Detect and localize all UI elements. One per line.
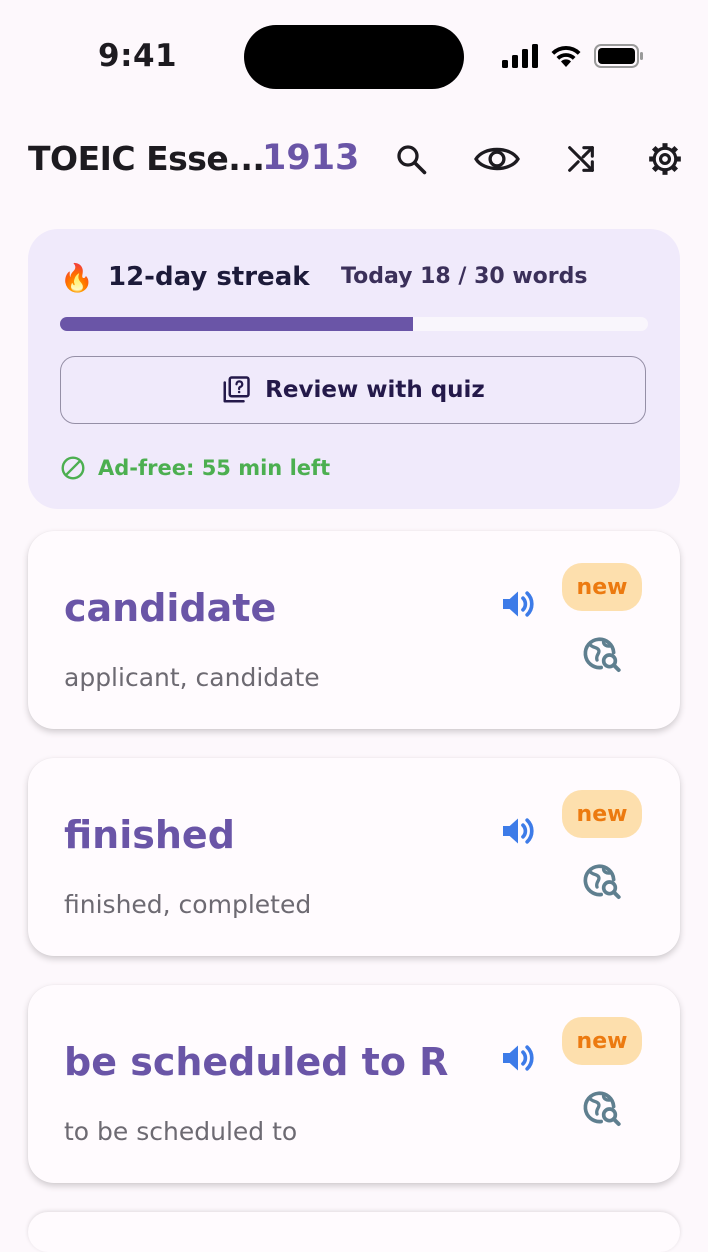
word-meaning: applicant, candidate xyxy=(64,663,320,692)
word-card-partial[interactable] xyxy=(28,1212,680,1252)
word-card[interactable]: finished finished, completed new xyxy=(28,758,680,956)
adfree-status: Ad-free: 55 min left xyxy=(60,455,330,481)
streak-card: 🔥 12-day streak Today 18 / 30 words Revi… xyxy=(28,229,680,509)
speaker-icon[interactable] xyxy=(498,1038,538,1078)
travel-explore-icon[interactable] xyxy=(582,862,622,902)
new-badge: new xyxy=(562,1017,642,1065)
block-icon xyxy=(61,456,85,480)
word-title: candidate xyxy=(64,586,277,630)
new-badge: new xyxy=(562,790,642,838)
wifi-icon xyxy=(551,45,581,67)
daily-progress-bar xyxy=(60,317,648,331)
search-button[interactable] xyxy=(386,134,436,184)
shuffle-icon xyxy=(568,146,594,172)
adfree-label: Ad-free: 55 min left xyxy=(98,456,331,480)
today-progress-label: Today 18 / 30 words xyxy=(341,264,588,289)
word-card[interactable]: be scheduled to R to be scheduled to new xyxy=(28,985,680,1183)
fire-icon: 🔥 xyxy=(60,263,94,294)
shuffle-button[interactable] xyxy=(556,134,606,184)
word-meaning: to be scheduled to xyxy=(64,1117,298,1146)
travel-explore-icon[interactable] xyxy=(582,635,622,675)
new-badge: new xyxy=(562,563,642,611)
speaker-icon[interactable] xyxy=(498,584,538,624)
word-title: finished xyxy=(64,813,235,857)
word-card[interactable]: candidate applicant, candidate new xyxy=(28,531,680,729)
visibility-toggle-button[interactable] xyxy=(472,134,522,184)
gear-icon xyxy=(649,143,681,175)
status-icons xyxy=(502,44,644,68)
word-count: 1913 xyxy=(262,138,360,178)
app-bar: TOEIC Esse... 1913 xyxy=(0,124,708,194)
settings-button[interactable] xyxy=(640,134,690,184)
speaker-icon[interactable] xyxy=(498,811,538,851)
travel-explore-icon[interactable] xyxy=(582,1089,622,1129)
search-icon xyxy=(397,145,427,175)
signal-icon xyxy=(502,44,538,68)
status-time: 9:41 xyxy=(98,38,178,74)
status-bar: 9:41 xyxy=(0,0,708,110)
app-title: TOEIC Esse... xyxy=(28,139,265,178)
review-quiz-button[interactable]: Review with quiz xyxy=(60,356,646,424)
daily-progress-fill xyxy=(60,317,413,331)
dynamic-island xyxy=(244,25,464,89)
word-meaning: finished, completed xyxy=(64,890,312,919)
eye-icon xyxy=(474,147,520,171)
streak-label: 12-day streak xyxy=(108,262,310,292)
quiz-icon xyxy=(223,376,250,403)
battery-icon xyxy=(594,44,643,68)
word-title: be scheduled to R xyxy=(64,1040,449,1084)
review-quiz-label: Review with quiz xyxy=(265,377,485,403)
